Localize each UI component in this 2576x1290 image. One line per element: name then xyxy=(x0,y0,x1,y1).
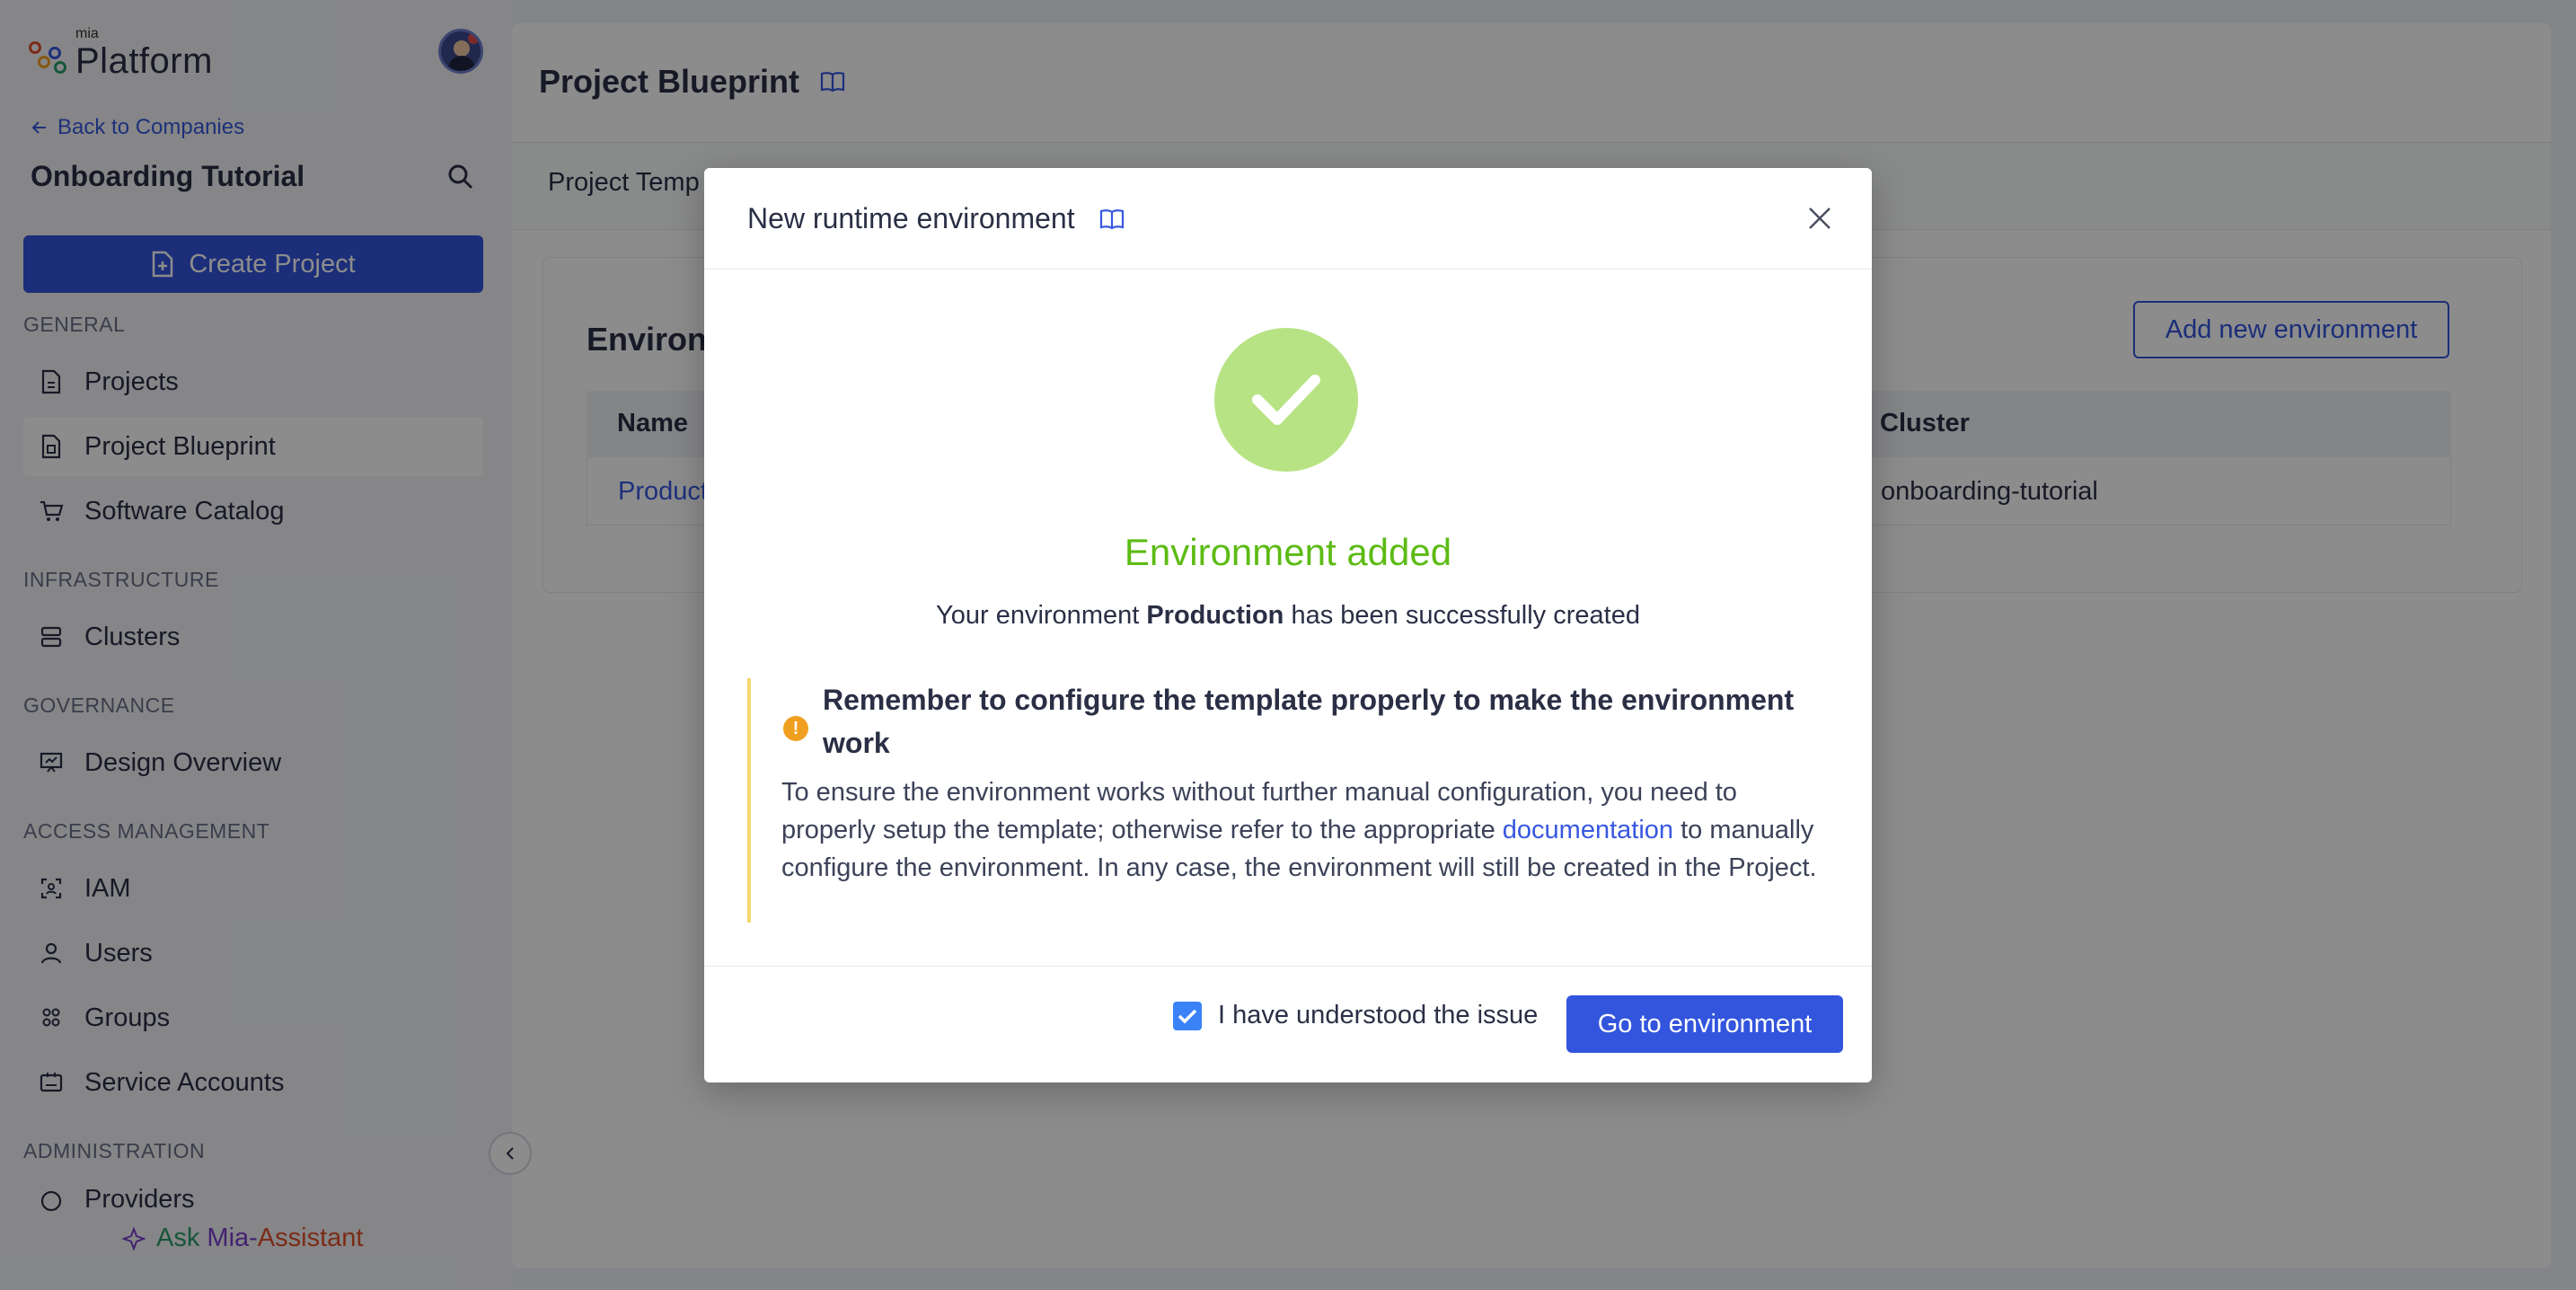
new-runtime-environment-dialog: New runtime environment Environment adde… xyxy=(704,168,1872,1082)
dialog-header: New runtime environment xyxy=(704,168,1872,269)
environment-name: Production xyxy=(1146,601,1284,630)
success-check-icon xyxy=(1214,328,1358,472)
success-message-suffix: has been successfully created xyxy=(1284,601,1640,630)
understood-checkbox[interactable] xyxy=(1173,1001,1202,1030)
warning-icon: ! xyxy=(783,716,808,741)
documentation-link[interactable]: documentation xyxy=(1503,816,1673,844)
close-icon[interactable] xyxy=(1805,204,1834,233)
understood-checkbox-row[interactable]: I have understood the issue xyxy=(1173,1001,1538,1030)
dialog-title-text: New runtime environment xyxy=(747,202,1075,234)
success-title: Environment added xyxy=(1124,531,1452,573)
warning-title: Remember to configure the template prope… xyxy=(823,684,1795,759)
warning-body: To ensure the environment works without … xyxy=(781,773,1832,887)
success-message-prefix: Your environment xyxy=(936,601,1147,630)
dialog-title: New runtime environment xyxy=(747,202,1125,235)
book-icon[interactable] xyxy=(1098,208,1125,231)
success-message: Your environment Production has been suc… xyxy=(704,601,1872,631)
warning-alert: ! Remember to configure the template pro… xyxy=(747,678,1836,923)
dialog-footer: I have understood the issue Go to enviro… xyxy=(704,966,1872,1083)
checkbox-label: I have understood the issue xyxy=(1218,1001,1539,1029)
checkmark-icon xyxy=(1178,1009,1197,1023)
go-to-environment-button[interactable]: Go to environment xyxy=(1566,995,1843,1053)
